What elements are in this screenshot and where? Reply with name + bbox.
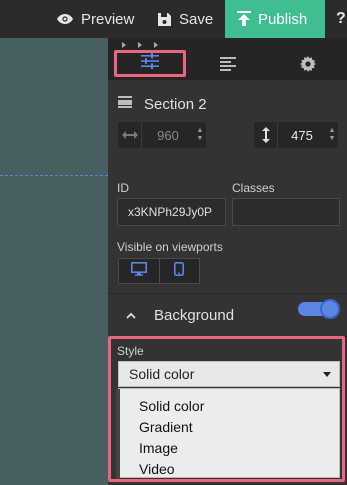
save-button[interactable]: Save — [157, 0, 213, 38]
background-toggle[interactable] — [298, 299, 340, 319]
style-dropdown-list: Solid color Gradient Image Video — [116, 388, 340, 479]
id-input[interactable]: x3KNPh29Jy0P — [117, 198, 226, 226]
save-label: Save — [179, 10, 214, 28]
width-field[interactable]: 960 ▲ ▼ — [118, 122, 206, 148]
section-title: Section 2 — [144, 95, 207, 113]
properties-panel: Section 2 960 ▲ ▼ 475 ▲ ▼ ID Classes x3KNP… — [108, 38, 347, 485]
mobile-phone-icon — [174, 261, 185, 281]
dropdown-gutter — [116, 389, 120, 479]
text-lines-icon — [220, 56, 236, 76]
sliders-icon — [141, 53, 159, 74]
mobile-viewport-button[interactable] — [158, 259, 200, 283]
preview-button[interactable]: Preview — [56, 0, 134, 38]
height-arrows-icon — [254, 122, 278, 148]
section-header: Section 2 — [108, 80, 347, 128]
help-button[interactable]: ? — [336, 0, 346, 38]
gear-icon — [300, 55, 316, 77]
style-option-image[interactable]: Image — [119, 437, 339, 458]
section-guide-line — [0, 175, 108, 176]
panel-divider — [108, 293, 347, 294]
preview-label: Preview — [81, 10, 135, 28]
classes-label: Classes — [232, 181, 275, 195]
publish-button[interactable]: Publish — [225, 0, 325, 38]
height-field[interactable]: 475 ▲ ▼ — [254, 122, 338, 148]
help-label: ? — [336, 10, 346, 27]
style-select[interactable]: Solid color — [118, 361, 340, 387]
style-option-solid-color[interactable]: Solid color — [119, 395, 339, 416]
viewport-toggle-group — [118, 258, 200, 284]
section-icon — [118, 95, 132, 113]
style-selected-value: Solid color — [129, 366, 195, 382]
width-stepper[interactable]: ▲ ▼ — [194, 122, 206, 148]
eye-icon — [56, 13, 74, 25]
style-label: Style — [117, 344, 144, 358]
height-stepper[interactable]: ▲ ▼ — [326, 122, 338, 148]
dimension-controls: 960 ▲ ▼ 475 ▲ ▼ — [108, 122, 347, 152]
width-value: 960 — [157, 127, 179, 143]
background-title: Background — [154, 306, 235, 324]
style-option-video[interactable]: Video — [119, 458, 339, 479]
id-label: ID — [117, 181, 129, 195]
editor-canvas[interactable] — [0, 38, 108, 485]
desktop-viewport-button[interactable] — [119, 259, 159, 283]
top-toolbar: Preview Save Publish ? — [0, 0, 347, 38]
height-value: 475 — [291, 127, 313, 143]
viewports-label: Visible on viewports — [117, 240, 223, 254]
width-arrows-icon — [118, 122, 142, 148]
dropdown-arrow-icon — [323, 372, 331, 377]
publish-label: Publish — [258, 10, 308, 28]
chevron-up-icon — [126, 306, 136, 324]
floppy-disk-icon — [157, 12, 172, 27]
panel-tabs — [108, 38, 347, 80]
style-option-gradient[interactable]: Gradient — [119, 416, 339, 437]
classes-input[interactable] — [232, 198, 340, 226]
tab-layers[interactable] — [192, 52, 264, 80]
tab-settings[interactable] — [272, 52, 344, 80]
upload-arrow-icon — [237, 11, 251, 27]
panel-drag-handle[interactable] — [122, 42, 158, 48]
desktop-icon — [130, 261, 147, 281]
tab-style[interactable] — [114, 50, 186, 77]
